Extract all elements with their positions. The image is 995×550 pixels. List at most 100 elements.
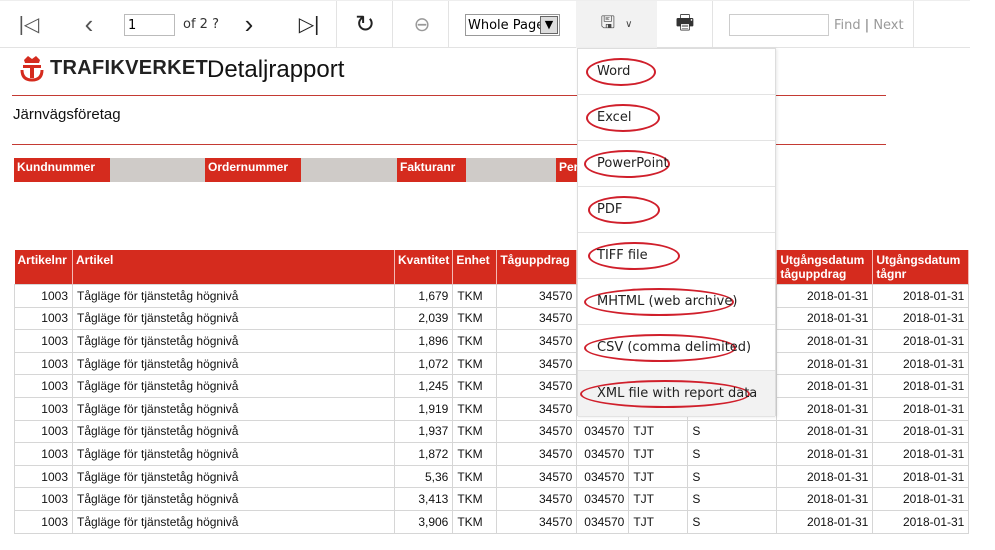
table-cell: 2018-01-31 xyxy=(872,374,970,398)
table-cell: 2018-01-31 xyxy=(776,374,874,398)
page-count: of 2 ? xyxy=(183,17,219,32)
chevron-down-icon: ▼ xyxy=(540,16,558,34)
table-cell: 034570 xyxy=(576,442,630,466)
table-cell: 2018-01-31 xyxy=(776,396,874,421)
next-page-button[interactable]: › xyxy=(234,1,264,48)
report-toolbar: |◁ ‹ of 2 ? › ▷| ↻ ⊖ Whole Page▼ 🖫∨ 🖶 Fi… xyxy=(0,0,970,48)
table-cell: TKM xyxy=(452,306,498,331)
table-cell: TKM xyxy=(452,351,498,376)
table-cell: 34570 xyxy=(496,284,578,308)
export-option[interactable]: MHTML (web archive) xyxy=(578,279,775,325)
export-option-label: XML file with report data xyxy=(597,386,758,401)
last-page-icon: ▷| xyxy=(298,14,320,36)
table-cell: 2018-01-31 xyxy=(776,351,874,376)
back-arrow-circle-icon: ⊖ xyxy=(413,14,431,36)
table-cell: TKM xyxy=(452,284,498,308)
table-cell: S xyxy=(687,464,778,489)
table-cell: TKM xyxy=(452,419,498,444)
param-fakturanr: Fakturanr xyxy=(397,158,466,182)
export-option[interactable]: Excel xyxy=(578,95,775,141)
table-cell: TKM xyxy=(452,464,498,489)
previous-page-button[interactable]: ‹ xyxy=(74,1,104,48)
table-cell: TJT xyxy=(628,464,689,489)
export-option-label: MHTML (web archive) xyxy=(597,294,738,309)
table-cell: Tågläge för tjänstetåg högnivå xyxy=(72,284,395,308)
zoom-select[interactable]: Whole Page ▼ xyxy=(465,14,560,36)
table-cell: 1,245 xyxy=(393,374,454,398)
table-cell: TKM xyxy=(452,396,498,421)
find-link[interactable]: Find xyxy=(834,18,861,33)
last-page-button[interactable]: ▷| xyxy=(294,1,324,48)
table-cell: 3,906 xyxy=(393,509,454,534)
table-cell: 1,919 xyxy=(393,396,454,421)
table-cell: 5,36 xyxy=(393,464,454,489)
table-cell: Tågläge för tjänstetåg högnivå xyxy=(72,351,395,376)
table-cell: Tågläge för tjänstetåg högnivå xyxy=(72,442,395,466)
table-row: 1003 Tågläge för tjänstetåg högnivå 1,919 T… xyxy=(14,396,970,421)
table-cell: TJT xyxy=(628,487,689,511)
table-cell: 1003 xyxy=(14,419,73,444)
print-button[interactable]: 🖶 xyxy=(668,1,702,48)
export-option[interactable]: XML file with report data xyxy=(578,371,775,417)
logo-text: TRAFIKVERKET xyxy=(50,56,209,79)
table-cell: 2018-01-31 xyxy=(872,442,970,466)
table-cell: Tågläge för tjänstetåg högnivå xyxy=(72,374,395,398)
column-header: Utgångsdatum tåguppdrag xyxy=(776,250,874,285)
table-cell: 1,072 xyxy=(393,351,454,376)
table-cell: 34570 xyxy=(496,329,578,353)
table-cell: TJT xyxy=(628,509,689,534)
chevron-down-icon: ∨ xyxy=(625,19,633,30)
table-cell: 1003 xyxy=(14,442,73,466)
table-cell: 34570 xyxy=(496,351,578,376)
param-ordernummer: Ordernummer xyxy=(205,158,301,182)
table-cell: 2018-01-31 xyxy=(872,419,970,444)
find-input[interactable] xyxy=(729,14,829,36)
table-cell: 1003 xyxy=(14,464,73,489)
back-button[interactable]: ⊖ xyxy=(405,1,439,48)
column-header: Utgångsdatum tågnr xyxy=(872,250,970,285)
export-option[interactable]: PowerPoint xyxy=(578,141,775,187)
table-cell: TKM xyxy=(452,487,498,511)
export-option-label: CSV (comma delimited) xyxy=(597,340,752,355)
export-option-label: PDF xyxy=(597,202,623,217)
table-cell: 34570 xyxy=(496,442,578,466)
table-cell: 34570 xyxy=(496,419,578,444)
column-header: Artikelnr xyxy=(14,250,73,285)
table-cell: 1003 xyxy=(14,509,73,534)
table-cell: 2018-01-31 xyxy=(872,396,970,421)
export-option-label: Excel xyxy=(597,110,632,125)
table-cell: 034570 xyxy=(576,464,630,489)
table-row: 1003 Tågläge för tjänstetåg högnivå 1,679 T… xyxy=(14,284,970,308)
table-cell: 34570 xyxy=(496,306,578,331)
export-button[interactable]: 🖫 ∨ xyxy=(576,1,657,48)
export-option[interactable]: TIFF file xyxy=(578,233,775,279)
next-link[interactable]: Next xyxy=(873,18,903,33)
table-row: 1003 Tågläge för tjänstetåg högnivå 3,413 T… xyxy=(14,487,970,511)
table-cell: TJT xyxy=(628,442,689,466)
table-cell: Tågläge för tjänstetåg högnivå xyxy=(72,306,395,331)
report-title: Detaljrapport xyxy=(207,56,345,83)
table-cell: 1,679 xyxy=(393,284,454,308)
refresh-button[interactable]: ↻ xyxy=(348,1,382,48)
report-subtitle: Järnvägsföretag xyxy=(13,106,121,123)
table-cell: 2018-01-31 xyxy=(776,306,874,331)
first-page-button[interactable]: |◁ xyxy=(14,1,44,48)
table-cell: S xyxy=(687,442,778,466)
save-disk-icon: 🖫 xyxy=(600,13,616,32)
table-cell: 2018-01-31 xyxy=(872,329,970,353)
table-cell: 1,896 xyxy=(393,329,454,353)
table-cell: 34570 xyxy=(496,509,578,534)
export-option[interactable]: Word xyxy=(578,49,775,95)
table-cell: 2018-01-31 xyxy=(872,464,970,489)
table-row: 1003 Tågläge för tjänstetåg högnivå 2,039 T… xyxy=(14,306,970,331)
table-cell: 34570 xyxy=(496,396,578,421)
export-option[interactable]: CSV (comma delimited) xyxy=(578,325,775,371)
export-option[interactable]: PDF xyxy=(578,187,775,233)
page-number-input[interactable] xyxy=(124,14,175,36)
trafikverket-logo: TRAFIKVERKET xyxy=(20,54,208,82)
param-period: Per xyxy=(556,158,578,182)
table-cell: S xyxy=(687,487,778,511)
export-menu: Word Excel PowerPoint PDF TIFF file MHTML (we… xyxy=(577,48,776,417)
table-cell: 2018-01-31 xyxy=(872,351,970,376)
table-cell: Tågläge för tjänstetåg högnivå xyxy=(72,487,395,511)
